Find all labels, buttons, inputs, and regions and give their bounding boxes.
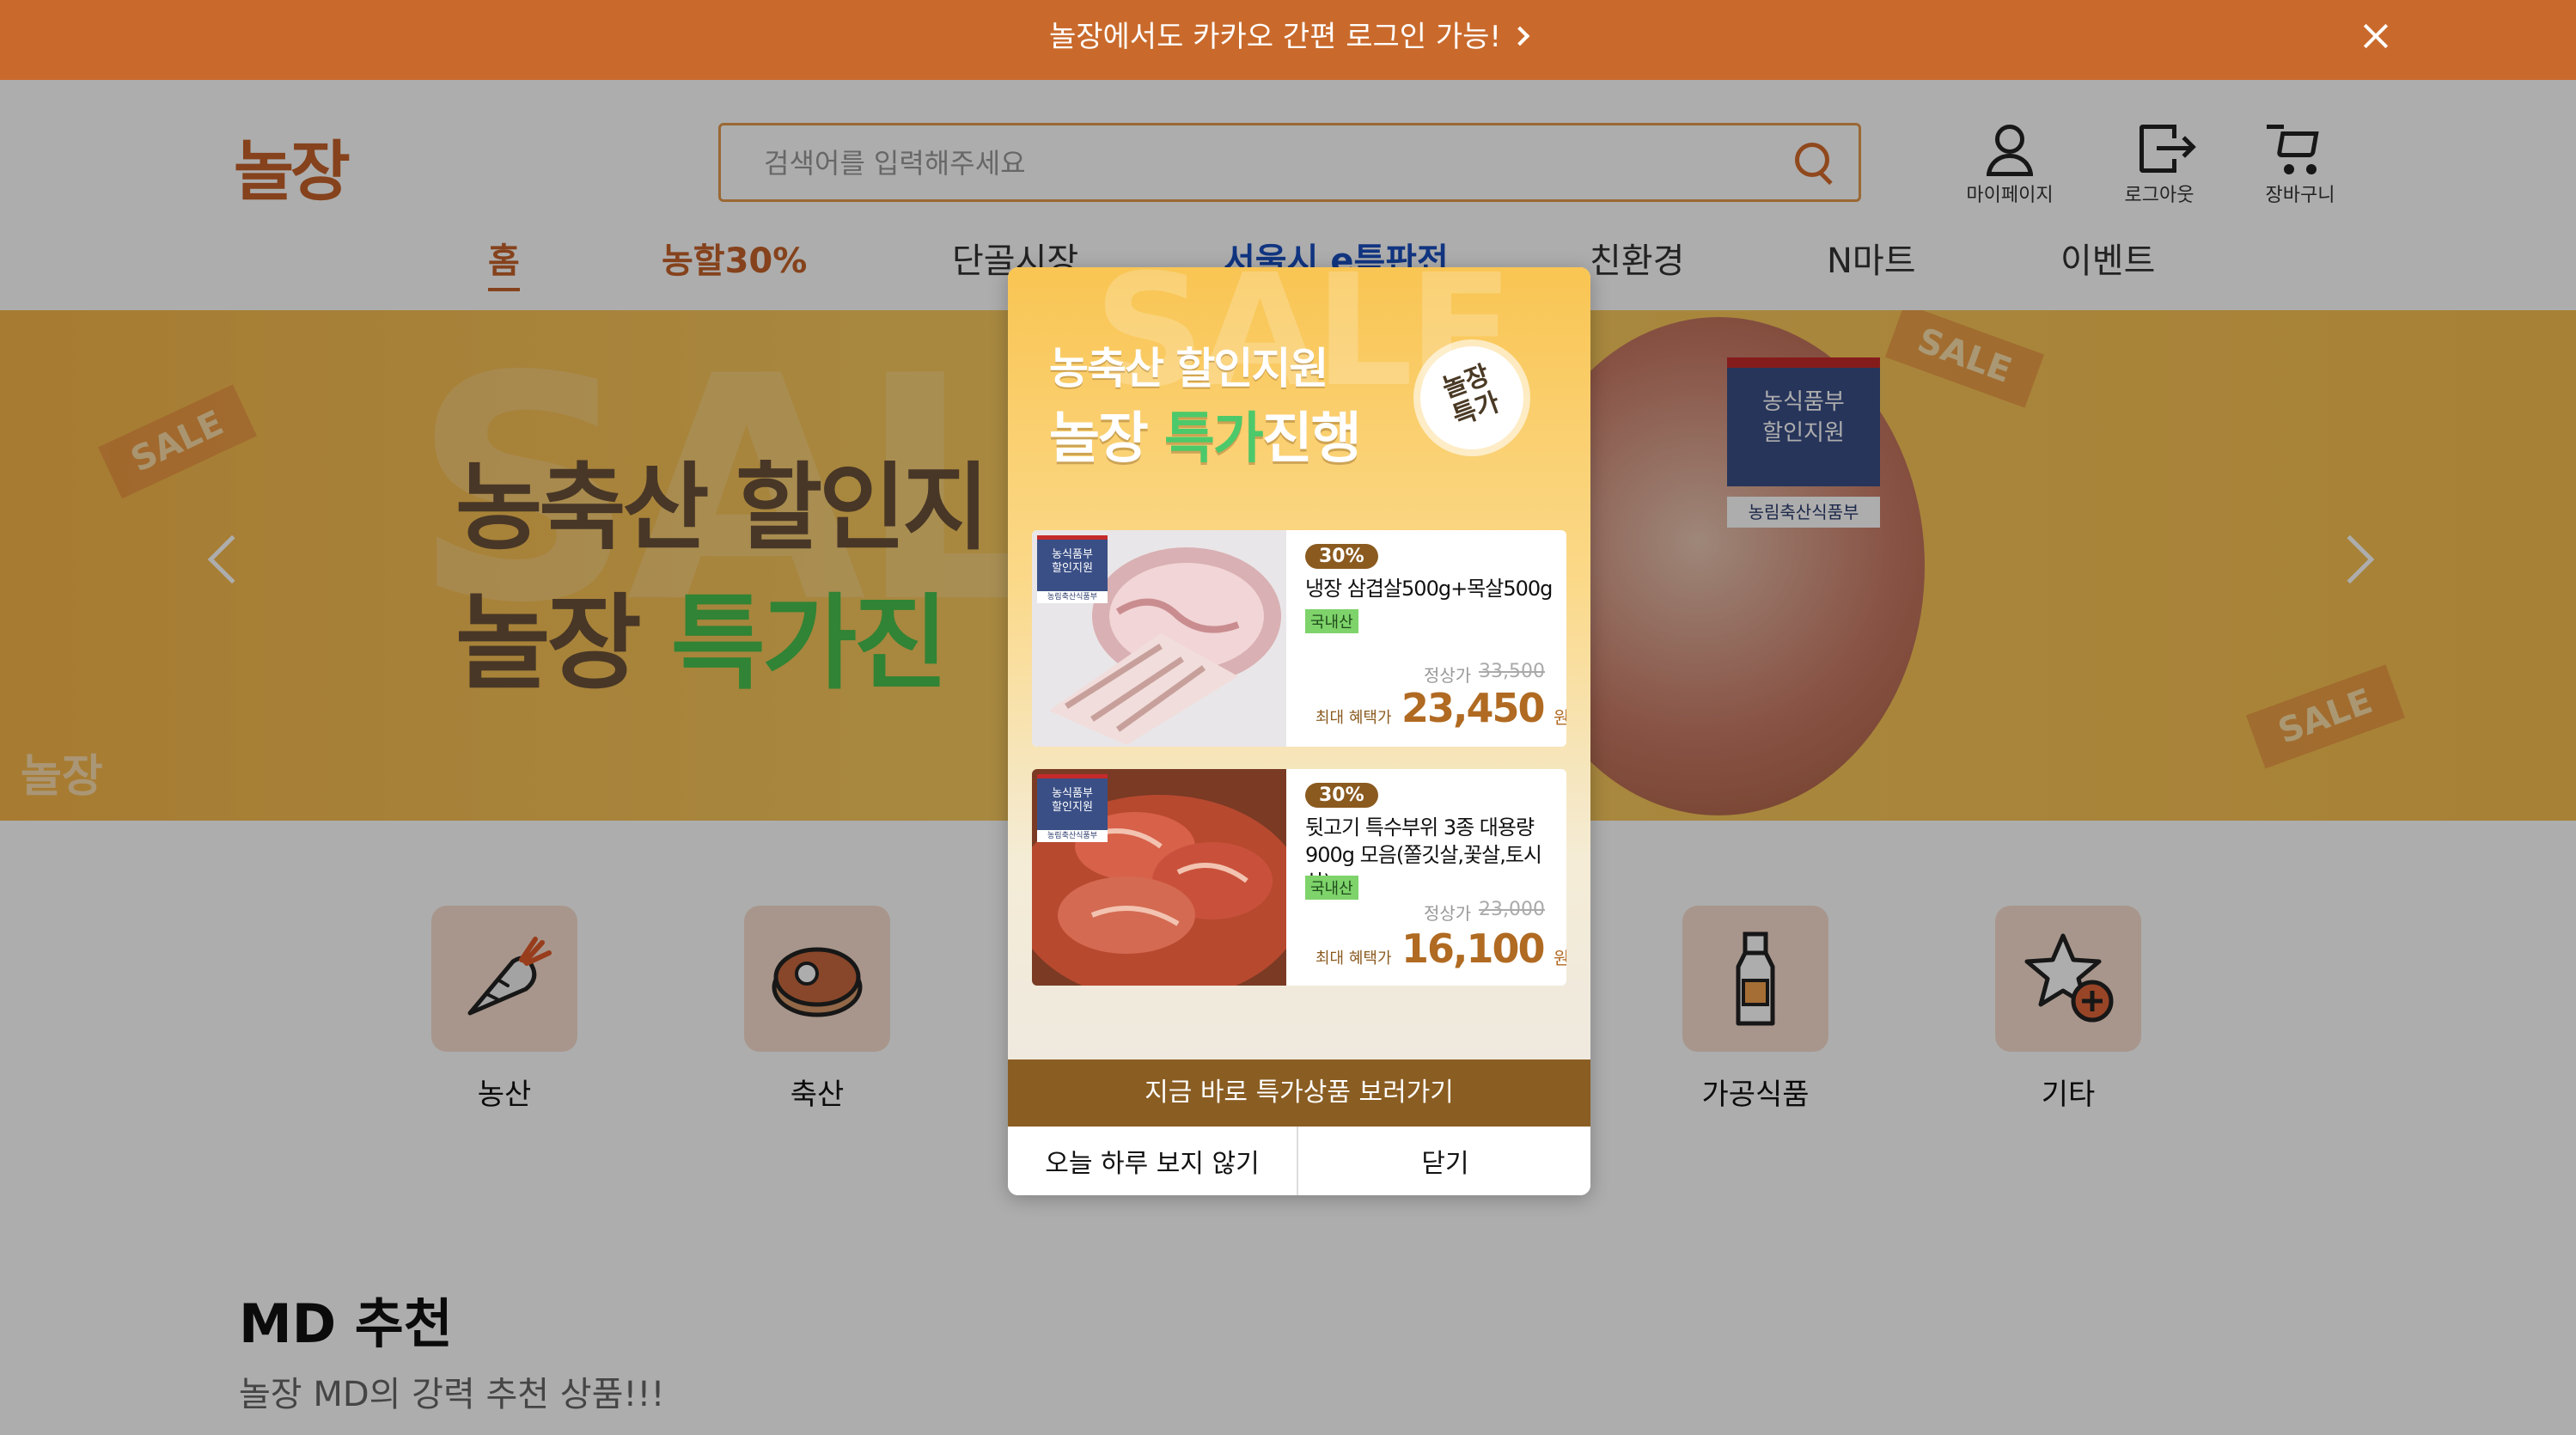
popup-headline-1: 농축산 할인지원: [1049, 344, 1328, 394]
popup-footer: 오늘 하루 보지 않기 닫기: [1008, 1127, 1590, 1195]
max-benefit-label: 최대 혜택가: [1315, 709, 1392, 727]
origin-tag: 국내산: [1305, 876, 1358, 900]
popup-content[interactable]: SALE 농축산 할인지원 놀장 특가진행 놀장 특가 농식품부 할인지원 농림…: [1008, 267, 1590, 1059]
badge-line1: 농식품부: [1052, 548, 1093, 561]
max-benefit-label: 최대 혜택가: [1315, 950, 1392, 968]
badge-line1: 농식품부: [1052, 787, 1093, 800]
currency-label: 원: [1554, 948, 1566, 968]
close-icon[interactable]: [2359, 19, 2393, 53]
promo-text: 놀장에서도 카카오 간편 로그인 가능!: [1048, 20, 1502, 54]
popup-headline-2: 놀장 특가진행: [1049, 394, 1362, 473]
regular-price-label: 정상가: [1424, 903, 1472, 924]
popup-headline-2b: 특가: [1164, 407, 1264, 471]
sale-price: 16,100: [1401, 925, 1546, 972]
badge-sub: 농림축산식품부: [1037, 591, 1108, 603]
product-card[interactable]: 농식품부 할인지원 농림축산식품부 30% 냉장 삼겹살500g+목살500g …: [1032, 530, 1566, 747]
view-deals-button[interactable]: 지금 바로 특가상품 보러가기: [1008, 1059, 1590, 1127]
product-name: 냉장 삼겹살500g+목살500g: [1305, 577, 1553, 601]
sale-price: 23,450: [1401, 685, 1546, 731]
promo-bar: 놀장에서도 카카오 간편 로그인 가능!: [0, 0, 2576, 80]
popup-close-button[interactable]: 닫기: [1300, 1127, 1590, 1195]
promo-link[interactable]: 놀장에서도 카카오 간편 로그인 가능!: [0, 15, 2576, 58]
badge-sub: 농림축산식품부: [1037, 830, 1108, 842]
discount-badge: 30%: [1305, 783, 1378, 808]
hide-today-button[interactable]: 오늘 하루 보지 않기: [1008, 1127, 1298, 1195]
popup-headline-2c: 진행: [1261, 407, 1362, 471]
discount-badge: 30%: [1305, 544, 1378, 569]
currency-label: 원: [1554, 707, 1566, 728]
product-card[interactable]: 농식품부 할인지원 농림축산식품부 30% 뒷고기 특수부위 3종 대용량 90…: [1032, 769, 1566, 986]
popup-headline-2a: 놀장: [1049, 407, 1165, 471]
badge-line2: 할인지원: [1052, 562, 1093, 575]
badge-line2: 할인지원: [1052, 801, 1093, 814]
regular-price: 33,500: [1479, 661, 1545, 682]
regular-price-label: 정상가: [1424, 665, 1472, 686]
promo-popup: SALE 농축산 할인지원 놀장 특가진행 놀장 특가 농식품부 할인지원 농림…: [1008, 267, 1590, 1195]
origin-tag: 국내산: [1305, 609, 1358, 633]
regular-price: 23,000: [1479, 899, 1545, 920]
subsidy-badge: 농식품부 할인지원 농림축산식품부: [1037, 535, 1108, 603]
chevron-right-icon: [1510, 26, 1530, 46]
subsidy-badge: 농식품부 할인지원 농림축산식품부: [1037, 774, 1108, 842]
